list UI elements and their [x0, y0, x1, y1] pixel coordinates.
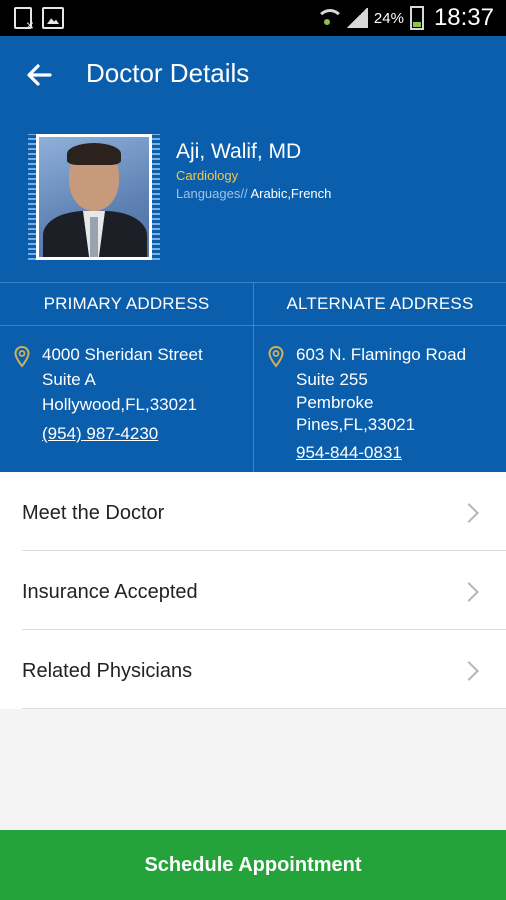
battery-icon	[409, 6, 424, 30]
languages-label: Languages//	[176, 186, 248, 201]
alternate-phone-link[interactable]: 954-844-0831	[296, 440, 402, 465]
alternate-address-header: ALTERNATE ADDRESS	[253, 282, 506, 326]
doctor-name: Aji, Walif, MD	[176, 140, 302, 163]
chevron-right-icon	[459, 582, 479, 602]
chevron-right-icon	[459, 503, 479, 523]
address-line: Suite 255	[296, 370, 368, 389]
address-line: Pembroke	[296, 393, 374, 412]
schedule-appointment-button[interactable]: Schedule Appointment	[0, 830, 506, 900]
app-bar: Doctor Details	[0, 36, 506, 116]
address-line: Pines,FL,33021	[296, 415, 416, 434]
chevron-right-icon	[459, 661, 479, 681]
address-line: 4000 Sheridan Street	[42, 345, 203, 364]
doctor-menu: Meet the Doctor Insurance Accepted Relat…	[0, 472, 506, 709]
address-line: Hollywood,FL,33021	[42, 395, 197, 414]
doctor-photo-frame	[28, 134, 160, 260]
doctor-specialty: Cardiology	[176, 168, 239, 183]
menu-item-label: Insurance Accepted	[22, 581, 198, 603]
location-pin-icon	[268, 346, 284, 368]
primary-address-header: PRIMARY ADDRESS	[0, 282, 253, 326]
languages-value: Arabic,French	[247, 186, 332, 201]
gallery-icon	[42, 7, 64, 29]
clock: 18:37	[433, 4, 494, 31]
doctor-photo	[36, 134, 152, 260]
menu-item-label: Meet the Doctor	[22, 502, 165, 524]
address-line: Suite A	[42, 370, 96, 389]
primary-address-lines: 4000 Sheridan Street Suite A Hollywood,F…	[42, 342, 203, 446]
wifi-icon	[314, 7, 344, 29]
alternate-address: 603 N. Flamingo Road Suite 255 Pembroke …	[253, 326, 506, 472]
address-line: 603 N. Flamingo Road	[296, 345, 467, 364]
menu-item-related-physicians[interactable]: Related Physicians	[22, 630, 506, 709]
primary-address: 4000 Sheridan Street Suite A Hollywood,F…	[0, 326, 253, 472]
status-left-icons	[14, 7, 64, 33]
status-bar: 24% 18:37	[0, 0, 506, 36]
signal-icon	[345, 8, 368, 28]
menu-item-meet-the-doctor[interactable]: Meet the Doctor	[22, 472, 506, 551]
menu-item-label: Related Physicians	[22, 660, 193, 682]
alternate-address-lines: 603 N. Flamingo Road Suite 255 Pembroke …	[296, 342, 466, 465]
doctor-languages: Languages// Arabic,French	[176, 186, 331, 201]
status-right-icons: 24% 18:37	[314, 4, 494, 32]
primary-phone-link[interactable]: (954) 987-4230	[42, 421, 158, 446]
arrow-left-icon[interactable]	[24, 60, 54, 90]
menu-item-insurance-accepted[interactable]: Insurance Accepted	[22, 551, 506, 630]
page-title: Doctor Details	[86, 58, 250, 88]
doctor-header: Doctor Details Aji, Walif, MD Cardiology…	[0, 36, 506, 472]
battery-percent: 24%	[373, 9, 404, 27]
file-icon	[14, 7, 34, 33]
location-pin-icon	[14, 346, 30, 368]
